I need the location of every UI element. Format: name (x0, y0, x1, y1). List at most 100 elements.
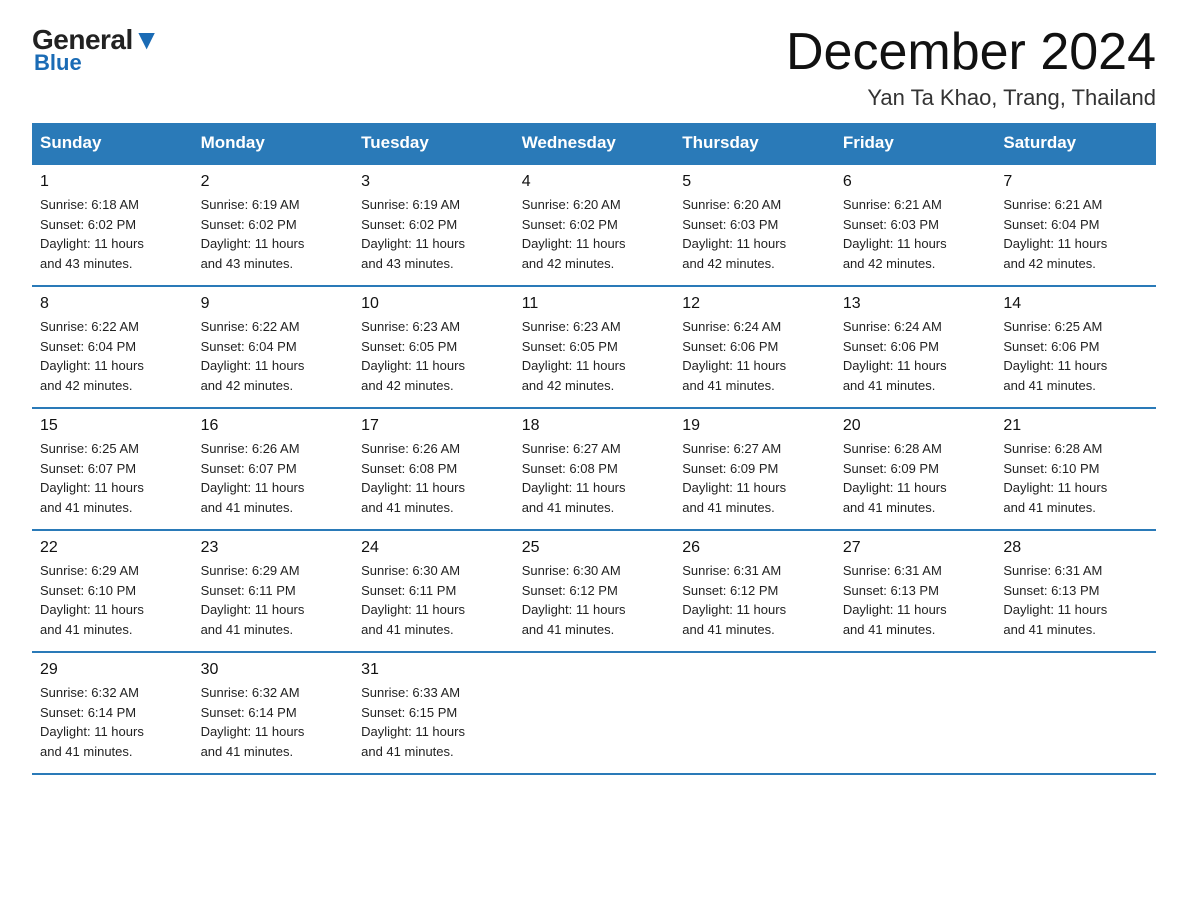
day-info: Sunrise: 6:31 AM Sunset: 6:12 PM Dayligh… (682, 561, 827, 639)
calendar-cell: 8 Sunrise: 6:22 AM Sunset: 6:04 PM Dayli… (32, 286, 193, 408)
calendar-title: December 2024 (786, 24, 1156, 81)
day-info: Sunrise: 6:24 AM Sunset: 6:06 PM Dayligh… (682, 317, 827, 395)
calendar-cell: 18 Sunrise: 6:27 AM Sunset: 6:08 PM Dayl… (514, 408, 675, 530)
day-info: Sunrise: 6:27 AM Sunset: 6:08 PM Dayligh… (522, 439, 667, 517)
day-number: 26 (682, 539, 827, 557)
calendar-cell (674, 652, 835, 774)
calendar-cell: 19 Sunrise: 6:27 AM Sunset: 6:09 PM Dayl… (674, 408, 835, 530)
calendar-cell: 14 Sunrise: 6:25 AM Sunset: 6:06 PM Dayl… (995, 286, 1156, 408)
day-info: Sunrise: 6:28 AM Sunset: 6:09 PM Dayligh… (843, 439, 988, 517)
day-header-saturday: Saturday (995, 123, 1156, 164)
calendar-cell: 28 Sunrise: 6:31 AM Sunset: 6:13 PM Dayl… (995, 530, 1156, 652)
day-info: Sunrise: 6:18 AM Sunset: 6:02 PM Dayligh… (40, 195, 185, 273)
calendar-cell: 30 Sunrise: 6:32 AM Sunset: 6:14 PM Dayl… (193, 652, 354, 774)
day-number: 7 (1003, 173, 1148, 191)
day-number: 12 (682, 295, 827, 313)
day-info: Sunrise: 6:30 AM Sunset: 6:12 PM Dayligh… (522, 561, 667, 639)
calendar-cell: 25 Sunrise: 6:30 AM Sunset: 6:12 PM Dayl… (514, 530, 675, 652)
calendar-cell: 31 Sunrise: 6:33 AM Sunset: 6:15 PM Dayl… (353, 652, 514, 774)
day-number: 13 (843, 295, 988, 313)
day-number: 14 (1003, 295, 1148, 313)
day-info: Sunrise: 6:24 AM Sunset: 6:06 PM Dayligh… (843, 317, 988, 395)
day-header-thursday: Thursday (674, 123, 835, 164)
day-info: Sunrise: 6:30 AM Sunset: 6:11 PM Dayligh… (361, 561, 506, 639)
day-header-monday: Monday (193, 123, 354, 164)
day-info: Sunrise: 6:21 AM Sunset: 6:04 PM Dayligh… (1003, 195, 1148, 273)
day-number: 4 (522, 173, 667, 191)
calendar-cell: 20 Sunrise: 6:28 AM Sunset: 6:09 PM Dayl… (835, 408, 996, 530)
day-info: Sunrise: 6:33 AM Sunset: 6:15 PM Dayligh… (361, 683, 506, 761)
day-info: Sunrise: 6:29 AM Sunset: 6:11 PM Dayligh… (201, 561, 346, 639)
day-info: Sunrise: 6:19 AM Sunset: 6:02 PM Dayligh… (201, 195, 346, 273)
calendar-cell: 12 Sunrise: 6:24 AM Sunset: 6:06 PM Dayl… (674, 286, 835, 408)
calendar-week-row: 29 Sunrise: 6:32 AM Sunset: 6:14 PM Dayl… (32, 652, 1156, 774)
calendar-cell (995, 652, 1156, 774)
day-info: Sunrise: 6:23 AM Sunset: 6:05 PM Dayligh… (361, 317, 506, 395)
calendar-cell: 6 Sunrise: 6:21 AM Sunset: 6:03 PM Dayli… (835, 164, 996, 286)
day-number: 21 (1003, 417, 1148, 435)
day-info: Sunrise: 6:21 AM Sunset: 6:03 PM Dayligh… (843, 195, 988, 273)
calendar-cell: 15 Sunrise: 6:25 AM Sunset: 6:07 PM Dayl… (32, 408, 193, 530)
day-number: 1 (40, 173, 185, 191)
day-number: 17 (361, 417, 506, 435)
day-number: 28 (1003, 539, 1148, 557)
day-number: 23 (201, 539, 346, 557)
day-number: 24 (361, 539, 506, 557)
calendar-cell: 27 Sunrise: 6:31 AM Sunset: 6:13 PM Dayl… (835, 530, 996, 652)
day-info: Sunrise: 6:32 AM Sunset: 6:14 PM Dayligh… (40, 683, 185, 761)
calendar-cell: 5 Sunrise: 6:20 AM Sunset: 6:03 PM Dayli… (674, 164, 835, 286)
day-info: Sunrise: 6:31 AM Sunset: 6:13 PM Dayligh… (1003, 561, 1148, 639)
day-info: Sunrise: 6:25 AM Sunset: 6:06 PM Dayligh… (1003, 317, 1148, 395)
calendar-subtitle: Yan Ta Khao, Trang, Thailand (786, 85, 1156, 111)
day-number: 18 (522, 417, 667, 435)
day-info: Sunrise: 6:28 AM Sunset: 6:10 PM Dayligh… (1003, 439, 1148, 517)
calendar-week-row: 8 Sunrise: 6:22 AM Sunset: 6:04 PM Dayli… (32, 286, 1156, 408)
day-number: 31 (361, 661, 506, 679)
calendar-header-row: SundayMondayTuesdayWednesdayThursdayFrid… (32, 123, 1156, 164)
calendar-cell: 10 Sunrise: 6:23 AM Sunset: 6:05 PM Dayl… (353, 286, 514, 408)
day-number: 22 (40, 539, 185, 557)
day-number: 29 (40, 661, 185, 679)
calendar-cell: 13 Sunrise: 6:24 AM Sunset: 6:06 PM Dayl… (835, 286, 996, 408)
day-info: Sunrise: 6:32 AM Sunset: 6:14 PM Dayligh… (201, 683, 346, 761)
day-number: 9 (201, 295, 346, 313)
calendar-cell (514, 652, 675, 774)
calendar-cell: 23 Sunrise: 6:29 AM Sunset: 6:11 PM Dayl… (193, 530, 354, 652)
day-header-tuesday: Tuesday (353, 123, 514, 164)
day-info: Sunrise: 6:20 AM Sunset: 6:02 PM Dayligh… (522, 195, 667, 273)
calendar-cell: 7 Sunrise: 6:21 AM Sunset: 6:04 PM Dayli… (995, 164, 1156, 286)
calendar-cell: 1 Sunrise: 6:18 AM Sunset: 6:02 PM Dayli… (32, 164, 193, 286)
day-info: Sunrise: 6:25 AM Sunset: 6:07 PM Dayligh… (40, 439, 185, 517)
day-number: 30 (201, 661, 346, 679)
logo-triangle-icon: ▼ (133, 24, 160, 55)
calendar-cell (835, 652, 996, 774)
day-number: 25 (522, 539, 667, 557)
day-number: 27 (843, 539, 988, 557)
day-number: 11 (522, 295, 667, 313)
page-header: General▼ Blue December 2024 Yan Ta Khao,… (32, 24, 1156, 111)
calendar-week-row: 22 Sunrise: 6:29 AM Sunset: 6:10 PM Dayl… (32, 530, 1156, 652)
day-info: Sunrise: 6:19 AM Sunset: 6:02 PM Dayligh… (361, 195, 506, 273)
day-info: Sunrise: 6:20 AM Sunset: 6:03 PM Dayligh… (682, 195, 827, 273)
title-block: December 2024 Yan Ta Khao, Trang, Thaila… (786, 24, 1156, 111)
day-number: 6 (843, 173, 988, 191)
day-info: Sunrise: 6:22 AM Sunset: 6:04 PM Dayligh… (40, 317, 185, 395)
calendar-cell: 21 Sunrise: 6:28 AM Sunset: 6:10 PM Dayl… (995, 408, 1156, 530)
day-info: Sunrise: 6:26 AM Sunset: 6:08 PM Dayligh… (361, 439, 506, 517)
calendar-cell: 22 Sunrise: 6:29 AM Sunset: 6:10 PM Dayl… (32, 530, 193, 652)
calendar-table: SundayMondayTuesdayWednesdayThursdayFrid… (32, 123, 1156, 775)
calendar-week-row: 1 Sunrise: 6:18 AM Sunset: 6:02 PM Dayli… (32, 164, 1156, 286)
day-number: 19 (682, 417, 827, 435)
day-number: 3 (361, 173, 506, 191)
logo-blue-text: Blue (34, 50, 82, 76)
day-info: Sunrise: 6:26 AM Sunset: 6:07 PM Dayligh… (201, 439, 346, 517)
day-header-sunday: Sunday (32, 123, 193, 164)
day-number: 2 (201, 173, 346, 191)
calendar-cell: 4 Sunrise: 6:20 AM Sunset: 6:02 PM Dayli… (514, 164, 675, 286)
day-number: 15 (40, 417, 185, 435)
day-header-wednesday: Wednesday (514, 123, 675, 164)
day-info: Sunrise: 6:27 AM Sunset: 6:09 PM Dayligh… (682, 439, 827, 517)
calendar-cell: 24 Sunrise: 6:30 AM Sunset: 6:11 PM Dayl… (353, 530, 514, 652)
logo: General▼ Blue (32, 24, 160, 76)
calendar-week-row: 15 Sunrise: 6:25 AM Sunset: 6:07 PM Dayl… (32, 408, 1156, 530)
